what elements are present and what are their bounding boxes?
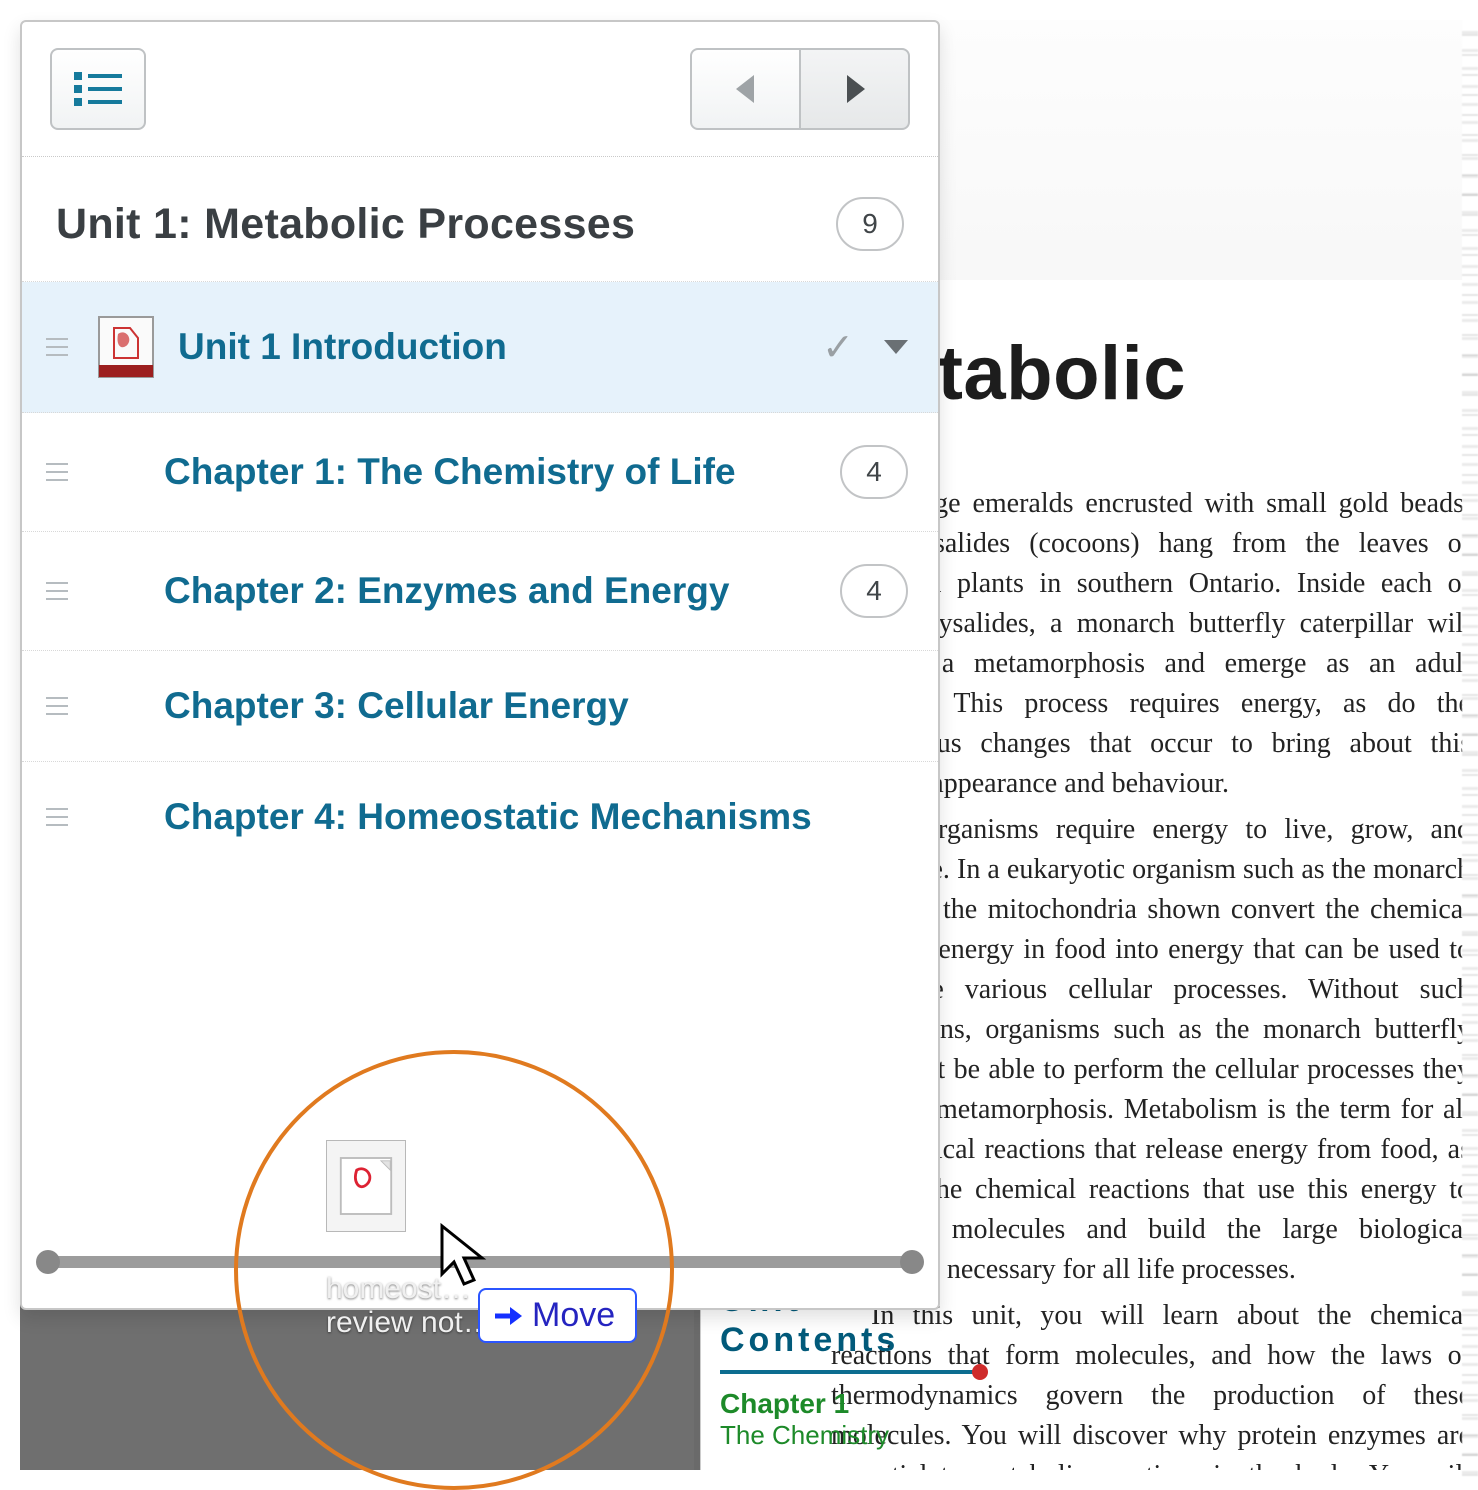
checkmark-icon: ✓ (822, 325, 854, 370)
toc-item-chapter-3[interactable]: Chapter 3: Cellular Energy (22, 651, 938, 762)
toc-item-label: Chapter 3: Cellular Energy (164, 683, 908, 729)
drag-handle-icon[interactable] (40, 463, 74, 481)
unit-title: Unit 1: Metabolic Processes (56, 200, 635, 249)
chapter-count-badge: 4 (840, 564, 908, 618)
contents-chapter-sub: The Chemistry (720, 1420, 980, 1451)
chapter-count-badge: 4 (840, 445, 908, 499)
torn-edge-decoration (1462, 16, 1478, 1476)
triangle-right-icon (841, 73, 869, 105)
pdf-icon (96, 314, 156, 380)
drag-handle-icon[interactable] (40, 582, 74, 600)
drop-action-tooltip: Move (478, 1288, 637, 1343)
toc-toggle-button[interactable] (50, 48, 146, 130)
toc-item-unit1-intro[interactable]: Unit 1 Introduction ✓ (22, 282, 938, 413)
drag-handle-icon[interactable] (40, 697, 74, 715)
list-icon (74, 70, 122, 108)
toc-item-chapter-4[interactable]: Chapter 4: Homeostatic Mechanisms (22, 762, 938, 872)
contents-chapter-heading: Chapter 1 (720, 1388, 980, 1420)
unit-count-badge: 9 (836, 197, 904, 251)
toc-item-chapter-1[interactable]: Chapter 1: The Chemistry of Life 4 (22, 413, 938, 532)
prev-button[interactable] (690, 48, 800, 130)
toc-item-label: Chapter 1: The Chemistry of Life (164, 449, 818, 495)
toc-panel: Unit 1: Metabolic Processes 9 Unit 1 Int… (20, 20, 940, 1310)
drop-action-label: Move (532, 1296, 615, 1335)
toc-toolbar (22, 22, 938, 157)
arrow-right-icon (492, 1301, 522, 1331)
drag-handle-icon[interactable] (40, 338, 74, 356)
drag-handle-icon[interactable] (40, 808, 74, 826)
toc-item-label: Chapter 4: Homeostatic Mechanisms (164, 794, 908, 840)
toc-item-label: Unit 1 Introduction (178, 324, 800, 370)
toc-nav-group (690, 48, 910, 130)
unit-header: Unit 1: Metabolic Processes 9 (22, 157, 938, 282)
toc-item-label: Chapter 2: Enzymes and Energy (164, 568, 818, 614)
toc-item-chapter-2[interactable]: Chapter 2: Enzymes and Energy 4 (22, 532, 938, 651)
triangle-left-icon (732, 73, 760, 105)
pdf-icon (326, 1140, 406, 1232)
next-button[interactable] (800, 48, 910, 130)
chevron-down-icon[interactable] (884, 340, 908, 354)
cursor-icon (438, 1222, 494, 1292)
